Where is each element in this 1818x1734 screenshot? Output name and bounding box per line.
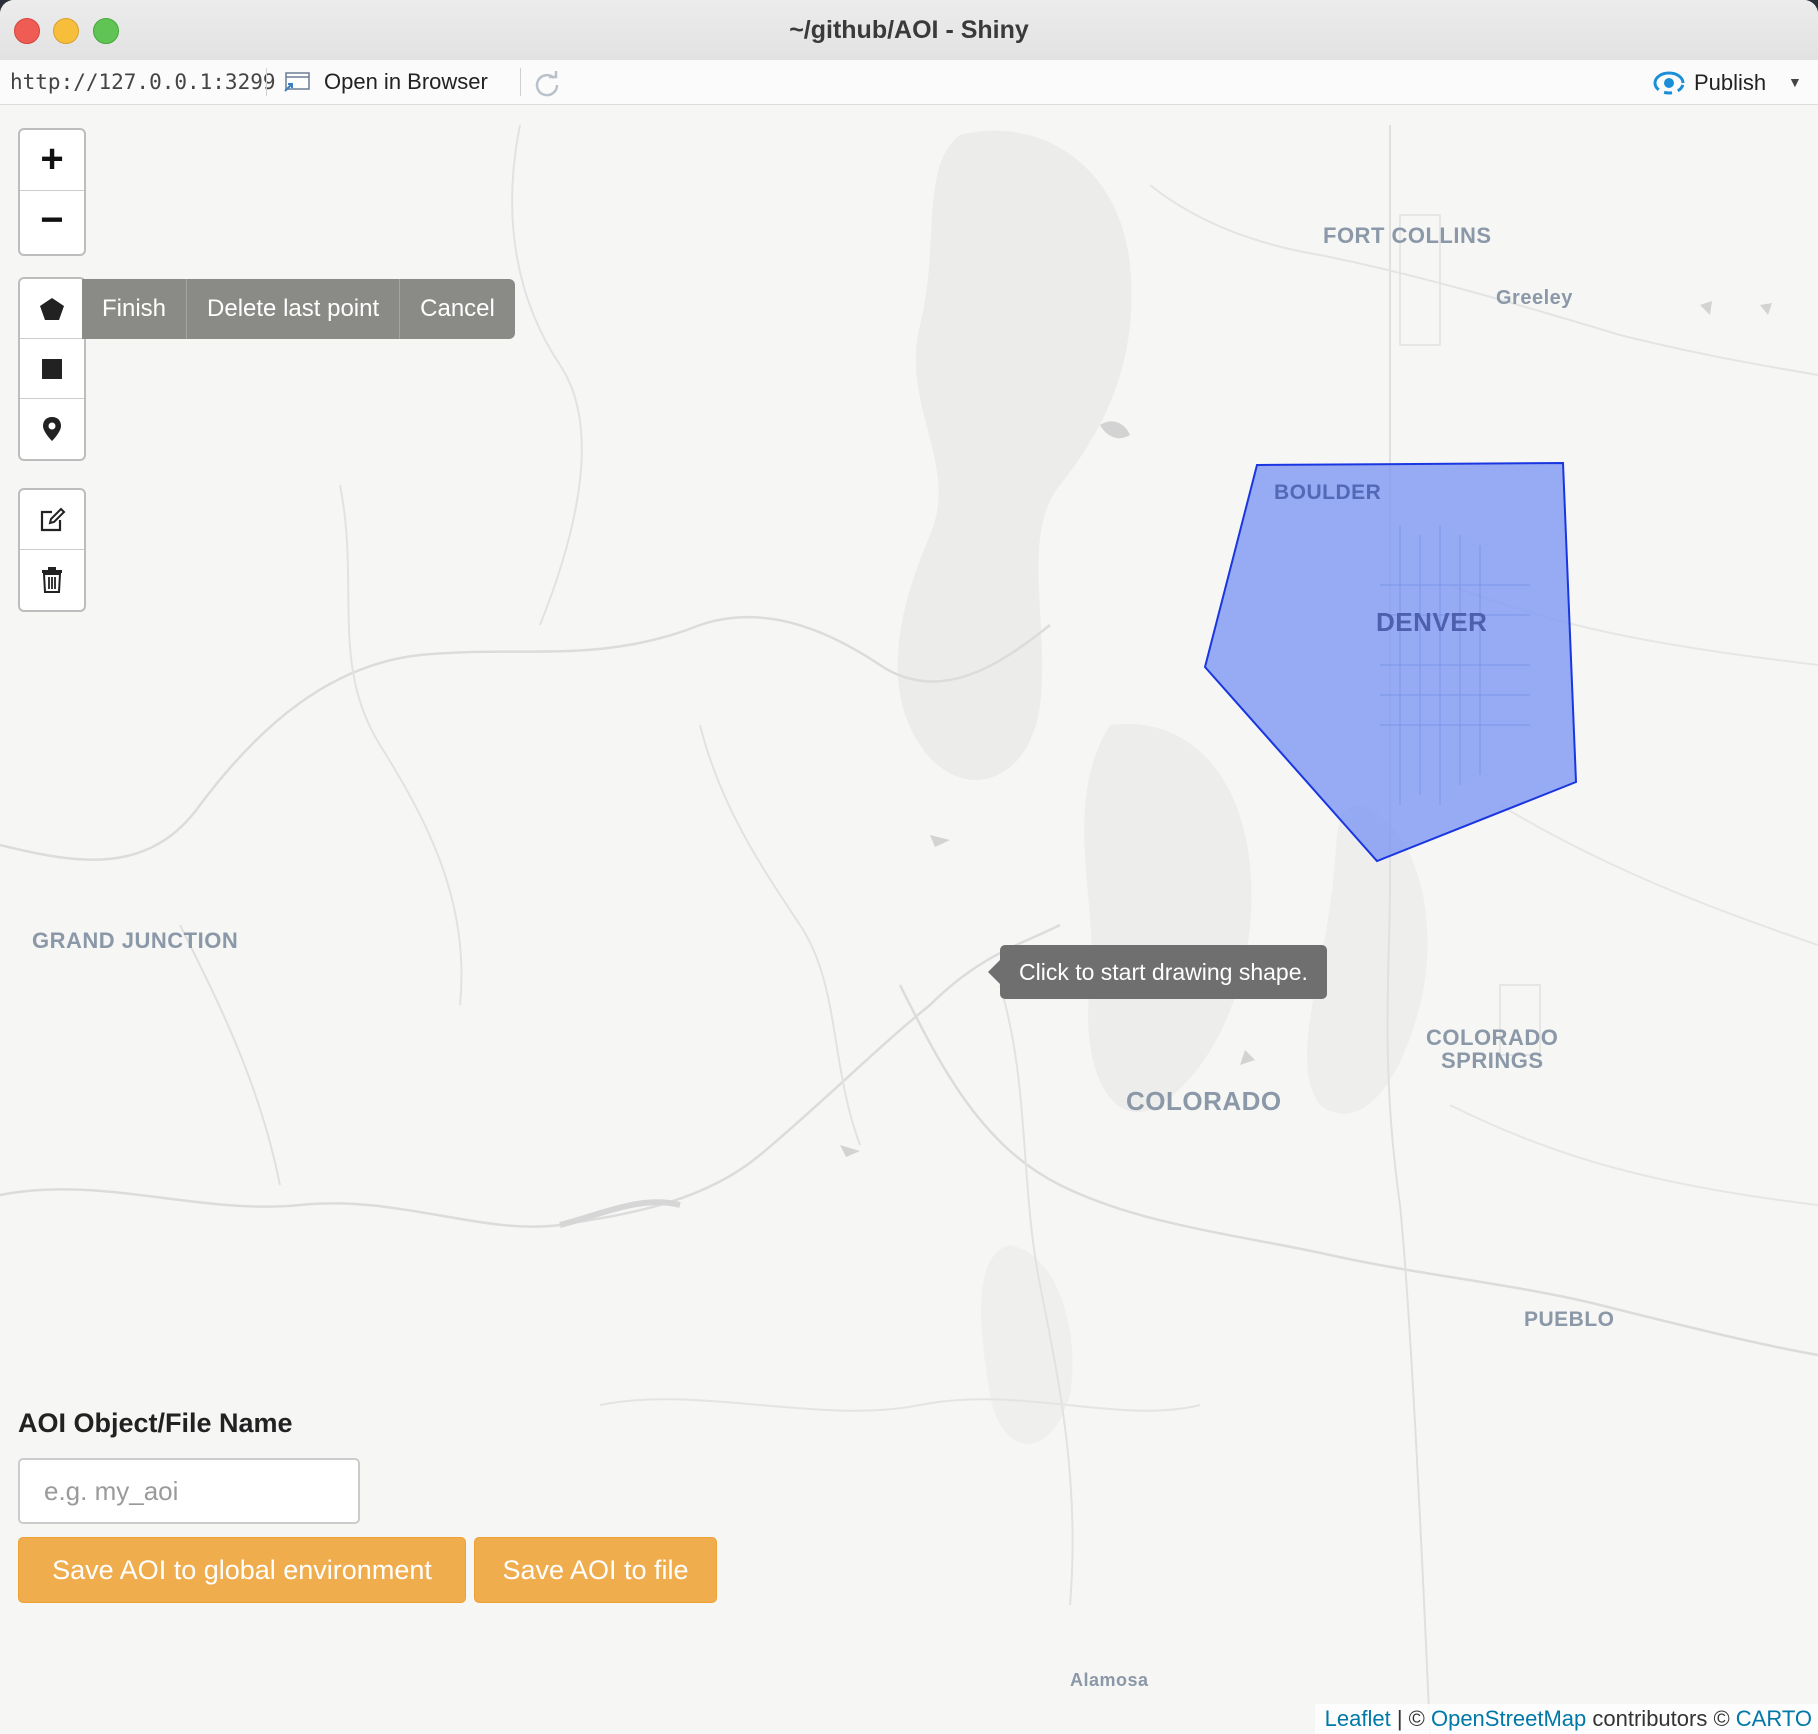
draw-tooltip: Click to start drawing shape. [988, 945, 1327, 999]
label-greeley: Greeley [1496, 287, 1573, 309]
zoom-out-button[interactable]: − [20, 191, 84, 251]
title-bar: ~/github/AOI - Shiny [0, 0, 1818, 61]
polygon-icon [40, 297, 64, 320]
toolbar-divider [266, 68, 267, 96]
label-alamosa: Alamosa [1070, 1670, 1149, 1690]
zoom-in-button[interactable]: + [20, 130, 84, 191]
cancel-button[interactable]: Cancel [400, 279, 515, 339]
viewer-toolbar: http://127.0.0.1:3299 Open in Browser Pu… [0, 60, 1818, 105]
rectangle-icon [42, 358, 62, 379]
delete-last-point-button[interactable]: Delete last point [187, 279, 401, 339]
openstreetmap-link[interactable]: OpenStreetMap [1431, 1706, 1586, 1731]
draw-polygon-button[interactable] [20, 279, 84, 339]
aoi-name-label: AOI Object/File Name [18, 1408, 293, 1438]
toolbar-divider [520, 68, 521, 96]
carto-link[interactable]: CARTO [1736, 1706, 1812, 1731]
edit-layers-button[interactable] [20, 490, 84, 550]
delete-layers-button[interactable] [20, 550, 84, 609]
aoi-name-input[interactable] [18, 1458, 360, 1524]
edit-icon [40, 507, 66, 531]
publish-icon[interactable] [1652, 70, 1686, 96]
save-file-button[interactable]: Save AOI to file [474, 1537, 717, 1603]
draw-rectangle-button[interactable] [20, 339, 84, 399]
publish-button[interactable]: Publish [1694, 70, 1766, 96]
label-grand-junction: GRAND JUNCTION [32, 928, 239, 953]
trash-icon [42, 566, 62, 593]
draw-marker-button[interactable] [20, 399, 84, 458]
marker-icon [43, 416, 61, 441]
url-text: http://127.0.0.1:3299 [10, 70, 276, 94]
publish-dropdown-icon[interactable]: ▼ [1788, 74, 1802, 90]
finish-button[interactable]: Finish [82, 279, 188, 339]
label-denver: DENVER [1376, 607, 1488, 637]
map-attribution: Leaflet | © OpenStreetMap contributors ©… [1314, 1704, 1818, 1734]
label-fort-collins: FORT COLLINS [1323, 223, 1492, 248]
label-colorado: COLORADO [1126, 1086, 1282, 1116]
draw-actions-bar: Finish Delete last point Cancel [82, 279, 515, 339]
draw-toolbar [18, 277, 86, 461]
label-colorado-springs-2: SPRINGS [1441, 1048, 1544, 1073]
app-window: ~/github/AOI - Shiny http://127.0.0.1:32… [0, 0, 1818, 1734]
edit-toolbar [18, 488, 86, 612]
open-in-browser-icon[interactable] [283, 71, 311, 93]
label-pueblo: PUEBLO [1524, 1308, 1615, 1331]
attribution-contributors: contributors © [1586, 1706, 1736, 1731]
refresh-icon[interactable] [532, 69, 562, 99]
zoom-control: + − [18, 128, 86, 256]
window-title: ~/github/AOI - Shiny [789, 16, 1029, 44]
open-in-browser-button[interactable]: Open in Browser [324, 69, 488, 95]
save-global-button[interactable]: Save AOI to global environment [18, 1537, 466, 1603]
attribution-separator: | © [1390, 1706, 1431, 1731]
leaflet-link[interactable]: Leaflet [1325, 1706, 1391, 1731]
label-boulder: BOULDER [1274, 481, 1382, 504]
